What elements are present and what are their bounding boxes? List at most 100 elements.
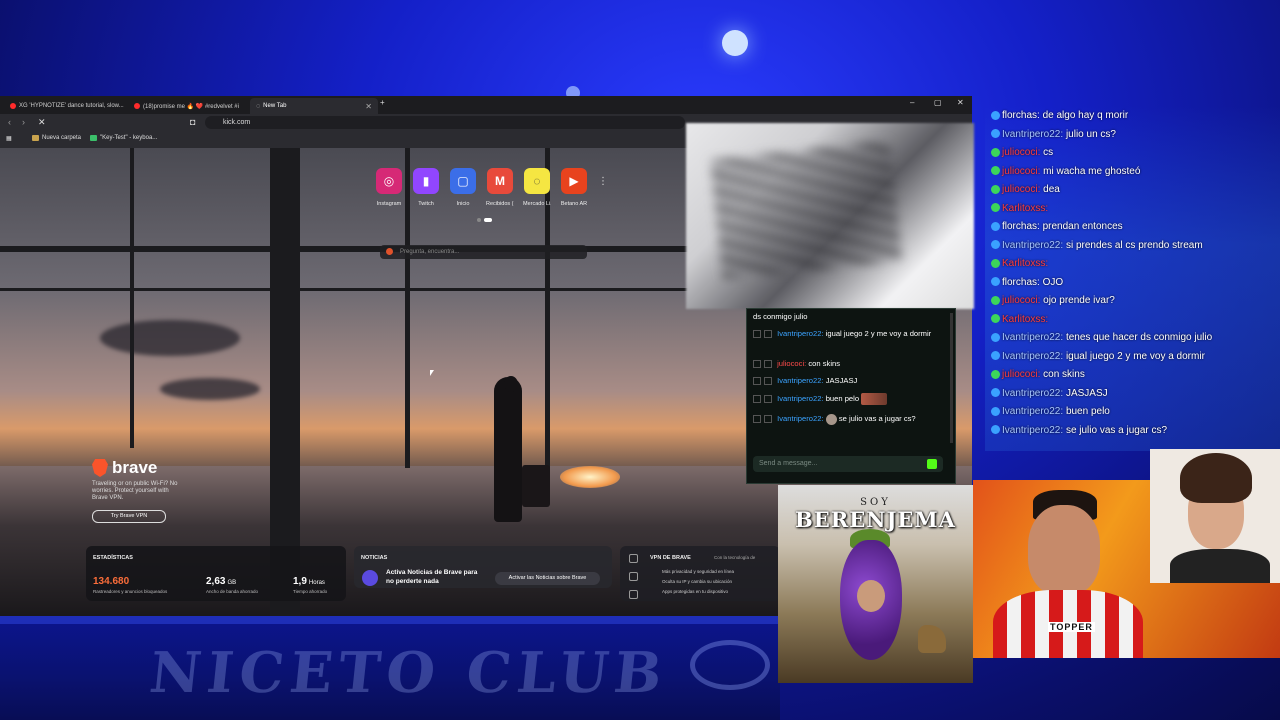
tab-youtube[interactable]: XG 'HYPNOTIZE' dance tutorial, slow... [4, 98, 136, 114]
verified-badge-icon [991, 369, 1000, 379]
brave-logo: brave [92, 458, 182, 478]
youtube-icon [134, 103, 140, 109]
new-tab-button[interactable]: + [380, 98, 385, 107]
berenjema-poster: SOY BERENJEMA [778, 485, 973, 683]
forward-icon[interactable]: › [22, 117, 25, 127]
minimize-button[interactable]: – [910, 98, 914, 107]
close-window-button[interactable]: ✕ [957, 98, 964, 107]
youtube-icon [10, 103, 16, 109]
webcam-motion-blur [710, 140, 902, 280]
chat-message-input[interactable]: Send a message... [753, 456, 943, 472]
news-widget: NOTICIAS Activa Noticias de Brave para n… [354, 546, 612, 588]
shortcut-mercadolibre[interactable]: ◌ Mercado Li... [523, 168, 551, 207]
apps-icon[interactable]: ▦ [6, 135, 12, 142]
chat-user[interactable]: Ivantripero22: [777, 376, 823, 385]
tab-promise[interactable]: (18)promise me 🔥 ❤️ #redvelvet #i [128, 98, 258, 114]
chat-text: con skins [808, 359, 841, 368]
brave-search-icon [386, 248, 393, 255]
verified-badge-icon [991, 184, 1000, 194]
shirt-brand: TOPPER [1048, 622, 1095, 632]
shortcut-gmail[interactable]: M Recibidos (... [486, 168, 514, 207]
streamer-face [1028, 505, 1100, 595]
chat-user[interactable]: Ivantripero22: [777, 414, 823, 423]
chat-input-placeholder: Send a message... [759, 460, 818, 467]
verified-badge-icon [991, 129, 1000, 139]
suitcase [522, 465, 550, 507]
overlay-chat-user: Karlitoxss: [1002, 313, 1049, 325]
chat-user[interactable]: Ivantripero22: [777, 329, 823, 338]
shortcut-inicio[interactable]: ▢ Inicio [449, 168, 477, 207]
stat-trackers: 134.680 Rastreadores y anuncios bloquead… [93, 576, 167, 594]
search-input[interactable]: Pregunta, encuentra... [380, 245, 587, 259]
vpn-tech: Con la tecnología de [714, 555, 756, 560]
kick-chat-panel: ds conmigo julio Ivantripero22: igual ju… [746, 308, 956, 484]
sunset [560, 466, 620, 488]
shortcut-betano[interactable]: ▶ Betano AR [560, 168, 588, 207]
bookmark-folder[interactable]: Nueva carpeta [32, 135, 81, 141]
stat-value: 2,63 [206, 576, 226, 587]
more-options-icon[interactable]: ⋮ [598, 176, 608, 187]
shield-icon [629, 554, 638, 563]
shortcut-twitch[interactable]: ▮ Twitch [412, 168, 440, 207]
verified-badge-icon [991, 351, 1000, 361]
overlay-chat-message: Ivantripero22: tenes que hacer ds conmig… [991, 331, 1212, 345]
verified-badge-icon [991, 110, 1000, 120]
enable-news-button[interactable]: Activar las Noticias sobre Brave [495, 572, 600, 585]
twitch-icon: ▮ [413, 168, 439, 194]
shortcut-label: Twitch [418, 201, 434, 207]
window-frame [130, 148, 134, 448]
overlay-chat-user: juliococi: [1002, 295, 1041, 306]
close-tab-icon[interactable]: ✕ [365, 102, 372, 111]
overlay-chat-text: dea [1043, 184, 1060, 195]
shortcut-instagram[interactable]: ◎ Instagram [375, 168, 403, 207]
bookmark-icon[interactable]: ◘ [190, 117, 195, 127]
poster-title: BERENJEMA [795, 507, 956, 532]
brave-lion-icon [92, 459, 108, 477]
address-bar[interactable]: kick.com [205, 116, 685, 129]
chat-user[interactable]: Ivantripero22: [777, 394, 823, 403]
cloud [160, 378, 260, 400]
page-dot-active[interactable] [484, 218, 492, 222]
verified-badge-icon [991, 314, 1000, 324]
news-icon [362, 570, 378, 586]
overlay-chat-message: florchas: de algo hay q morir [991, 109, 1128, 123]
address-text: kick.com [223, 119, 251, 126]
shortcut-label: Instagram [376, 201, 402, 207]
stop-icon[interactable]: ✕ [38, 117, 46, 128]
search-placeholder: Pregunta, encuentra... [400, 249, 460, 255]
verified-badge-icon [991, 332, 1000, 342]
chat-user[interactable]: juliococi: [777, 359, 806, 368]
badge-icon [753, 330, 761, 338]
overlay-chat-user: Ivantripero22: [1002, 406, 1064, 417]
overlay-chat-text: se julio vas a jugar cs? [1065, 424, 1168, 436]
bookmark-key-test[interactable]: "Key-Test" - keyboa... [90, 135, 157, 141]
try-vpn-button[interactable]: Try Brave VPN [92, 510, 166, 523]
overlay-chat-message: florchas: OJO [991, 276, 1063, 290]
overlay-chat-user: juliococi: [1002, 184, 1041, 195]
inicio-icon: ▢ [450, 168, 476, 194]
stat-unit: GB [227, 580, 237, 586]
verified-badge-icon [991, 388, 1000, 398]
emote-picker-icon[interactable] [927, 459, 937, 469]
overlay-chat-user: Ivantripero22: [1002, 332, 1064, 343]
news-title: NOTICIAS [361, 555, 388, 561]
chat-text: buen pelo [825, 394, 860, 403]
back-icon[interactable]: ‹ [8, 117, 11, 127]
bookmark-label: "Key-Test" - keyboa... [100, 135, 158, 141]
overlay-chat-message: juliococi: mi wacha me ghosteó [991, 165, 1140, 179]
stream-overlay-chat: florchas: de algo hay q morir Ivantripero… [985, 106, 1280, 451]
stats-title: ESTADÍSTICAS [93, 555, 133, 561]
stat-value: 1,9 [293, 576, 307, 587]
tab-new-tab[interactable]: ◌ New Tab ✕ [250, 98, 378, 114]
chat-scrollbar[interactable] [950, 313, 953, 443]
overlay-chat-user: florchas: [1002, 110, 1040, 121]
verified-badge-icon [991, 221, 1000, 231]
verified-badge-icon [991, 166, 1000, 176]
page-dot[interactable] [477, 218, 481, 222]
key-test-icon [90, 135, 97, 141]
maximize-button[interactable]: ▢ [934, 98, 942, 107]
overlay-chat-text: JASJASJ [1065, 387, 1108, 399]
stat-desc: Rastreadores y anuncios bloqueados [93, 589, 168, 594]
dog-figure [918, 625, 946, 653]
chat-message: ds conmigo julio [753, 311, 948, 323]
